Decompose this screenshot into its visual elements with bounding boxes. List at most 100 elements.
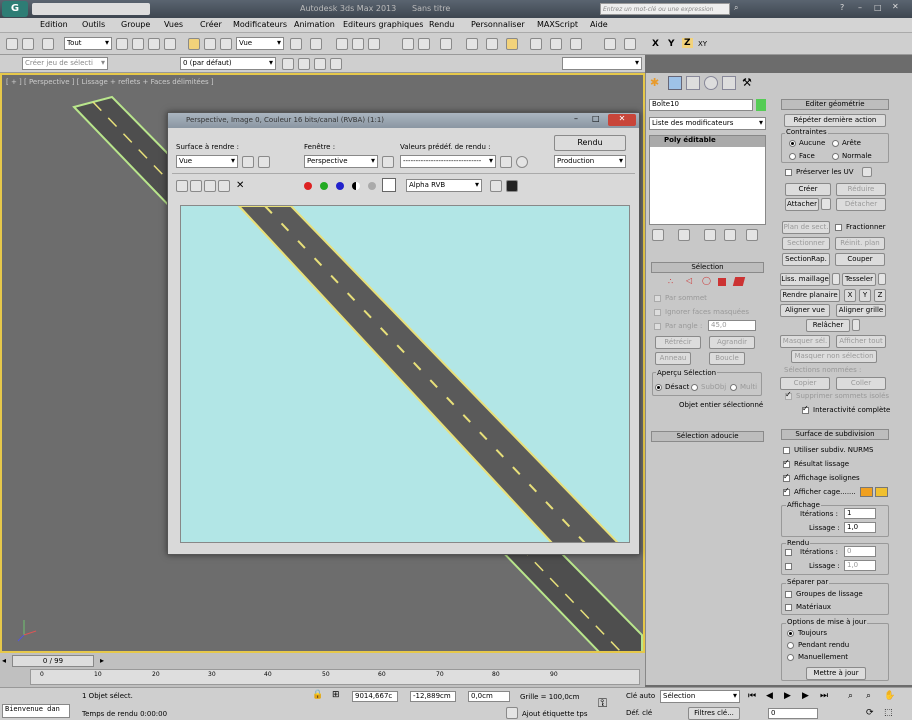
layer-add-icon[interactable] [282,58,294,70]
render-smoothness-checkbox[interactable] [785,563,792,570]
prev-frame-icon[interactable]: ◀ [766,691,773,701]
tessellate-settings-icon[interactable] [878,273,886,285]
off-radio[interactable] [655,384,662,391]
render-smoothness-spinner[interactable]: 1,0 [844,560,876,571]
unhide-all-button[interactable]: Afficher tout [836,335,886,348]
modify-tab-icon[interactable] [668,76,682,90]
menu-personnaliser[interactable]: Personnaliser [471,20,525,29]
update-always-radio[interactable] [787,630,794,637]
shrink-button[interactable]: Rétrécir [655,336,701,349]
goto-end-icon[interactable]: ⏭ [820,691,828,701]
edit-region-icon[interactable] [242,156,254,168]
teapot-icon[interactable] [624,38,636,50]
time-slider[interactable]: 0 / 99 [12,655,94,667]
view-align-button[interactable]: Aligner vue [780,304,830,317]
close-icon[interactable]: ✕ [892,2,899,11]
quickslice-button[interactable]: SectionRap. [782,253,830,266]
axis-z-button[interactable]: Z [682,38,693,48]
render-setup-icon[interactable] [500,156,512,168]
toggle-ui-icon[interactable] [506,180,518,192]
next-frame-icon[interactable]: ▶ [802,691,809,701]
rendered-frame-icon[interactable] [550,38,562,50]
goto-start-icon[interactable]: ⏮ [748,691,756,701]
split-checkbox[interactable] [835,224,842,231]
viewport-select-dropdown[interactable]: Perspective [304,155,378,168]
undo-icon[interactable] [6,38,18,50]
make-unique-icon[interactable] [704,229,716,241]
vertex-icon[interactable]: ∴ [668,277,673,286]
clone-window-icon[interactable] [204,180,216,192]
paste-button[interactable]: Coller [836,377,886,390]
subdivision-rollout-header[interactable]: Surface de subdivision [781,429,889,440]
grow-button[interactable]: Agrandir [709,336,755,349]
x-coord-field[interactable]: 9014,667c [352,691,398,702]
use-nurms-checkbox[interactable] [783,447,790,454]
grid-align-button[interactable]: Aligner grille [836,304,886,317]
maximize-icon[interactable]: □ [874,3,882,12]
hierarchy-tab-icon[interactable] [686,76,700,90]
alpha-channel-icon[interactable] [352,182,360,190]
named-selection-dropdown[interactable] [562,57,642,70]
rotate-icon[interactable] [204,38,216,50]
rw-maximize-icon[interactable]: □ [592,114,600,123]
constraint-none-radio[interactable] [789,140,796,147]
edit-geometry-rollout-header[interactable]: Editer géométrie [781,99,889,110]
display-tab-icon[interactable] [722,76,736,90]
maxscript-listener[interactable]: Bienvenue dan [2,704,70,718]
axis-xy-button[interactable]: XY [698,40,707,48]
preserve-uv-settings-icon[interactable] [862,167,872,177]
tessellate-button[interactable]: Tesseler [842,273,876,286]
save-image-icon[interactable] [176,180,188,192]
preserve-uv-checkbox[interactable] [785,169,792,176]
polygon-icon[interactable] [718,278,726,286]
copy-image-icon[interactable] [190,180,202,192]
attach-list-icon[interactable] [821,198,831,210]
axis-y-button[interactable]: Y [668,39,675,49]
display-channel-dropdown[interactable]: Alpha RVB [406,179,482,192]
relax-button[interactable]: Relâcher [806,319,850,332]
attach-button[interactable]: Attacher [785,198,819,211]
track-bar[interactable] [30,669,640,685]
meshsmooth-button[interactable]: Liss. maillage [780,273,830,286]
orbit-icon[interactable]: ⟳ [866,708,874,718]
select-manipulate-icon[interactable] [310,38,322,50]
material-editor-icon[interactable] [506,38,518,50]
isoline-display-checkbox[interactable] [783,472,790,482]
key-filter-dropdown[interactable]: Sélection [660,690,740,703]
slice-plane-button[interactable]: Plan de sect. [782,221,830,234]
element-icon[interactable] [732,277,746,286]
app-logo-icon[interactable]: G [2,1,28,17]
key-icon[interactable]: ⚿ [598,696,607,711]
slice-button[interactable]: Sectionner [782,237,830,250]
rw-close-icon[interactable]: ✕ [608,114,636,126]
current-frame-field[interactable]: 0 [768,708,818,719]
collapse-button[interactable]: Réduire [836,183,886,196]
menu-modificateurs[interactable]: Modificateurs [233,20,287,29]
layer-hide-icon[interactable] [330,58,342,70]
update-manual-radio[interactable] [787,654,794,661]
utilities-tab-icon[interactable]: ⚒ [742,76,752,89]
menu-vues[interactable]: Vues [164,20,183,29]
environment-icon[interactable] [516,156,528,168]
minimize-icon[interactable]: – [858,3,862,12]
motion-tab-icon[interactable] [704,76,718,90]
time-slider-next-icon[interactable]: ▸ [100,656,104,665]
full-interactivity-checkbox[interactable] [802,404,809,414]
snap-icon[interactable] [336,38,348,50]
menu-outils[interactable]: Outils [82,20,105,29]
constraint-normal-radio[interactable] [832,153,839,160]
detach-button[interactable]: Détacher [836,198,886,211]
selection-rollout-header[interactable]: Sélection [651,262,764,273]
blue-channel-icon[interactable] [336,182,344,190]
render-mode-dropdown[interactable]: Production [554,155,626,168]
pivot-icon[interactable] [290,38,302,50]
window-crossing-icon[interactable] [164,38,176,50]
mono-icon[interactable] [368,182,376,190]
z-coord-field[interactable]: 0,0cm [468,691,510,702]
absolute-mode-icon[interactable]: ⊞ [332,690,340,700]
redo-icon[interactable] [22,38,34,50]
make-planar-button[interactable]: Rendre planaire [780,289,840,302]
pan-icon[interactable]: ✋ [884,691,895,701]
menu-aide[interactable]: Aide [590,20,608,29]
hide-unselected-button[interactable]: Masquer non sélection [791,350,877,363]
